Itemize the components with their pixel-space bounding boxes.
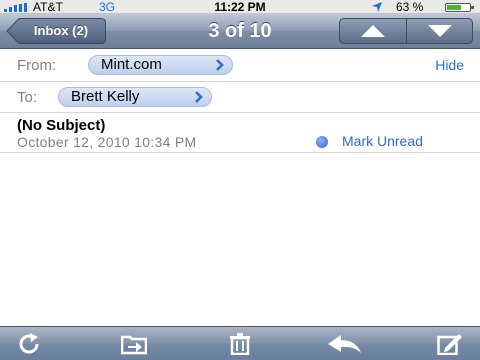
nav-bar: Inbox (2) 3 of 10 [0,14,480,49]
next-message-button[interactable] [407,19,473,43]
battery-level [447,5,461,10]
trash-icon [230,333,250,355]
sender-pill[interactable]: Mint.com [88,55,233,75]
location-arrow-icon [372,2,382,12]
chevron-right-icon [216,59,224,71]
status-bar: AT&T 3G 11:22 PM 63 % [0,0,480,14]
compose-button[interactable] [433,331,465,357]
delete-button[interactable] [224,331,256,357]
chevron-right-icon [195,91,203,103]
compose-icon [437,334,462,355]
back-to-inbox-button[interactable]: Inbox (2) [6,18,106,44]
mark-unread-link[interactable]: Mark Unread [342,133,423,149]
reply-icon [328,335,361,353]
sender-name: Mint.com [101,56,162,73]
message-position-title: 3 of 10 [208,20,272,42]
hide-details-link[interactable]: Hide [435,57,464,73]
message-navigation-control [339,18,473,44]
refresh-icon [19,333,39,354]
bottom-toolbar [0,326,480,360]
move-to-folder-icon [121,335,147,355]
from-label: From: [17,57,57,74]
battery-icon [445,3,474,12]
recipient-pill[interactable]: Brett Kelly [58,87,212,107]
to-label: To: [17,89,38,106]
move-to-folder-button[interactable] [117,331,149,357]
message-subject: (No Subject) [17,117,106,134]
unread-dot-icon[interactable] [316,136,328,148]
arrow-down-icon [428,25,452,37]
recipient-name: Brett Kelly [71,88,140,105]
back-button-label: Inbox (2) [33,23,89,38]
from-row: From: Mint.com Hide [0,50,480,82]
reply-button[interactable] [324,331,364,357]
refresh-button[interactable] [14,331,46,357]
previous-message-button[interactable] [340,19,406,43]
arrow-up-icon [361,25,385,37]
battery-tip [471,6,474,9]
message-date: October 12, 2010 10:34 PM [17,134,197,150]
battery-percent: 63 % [396,0,424,14]
to-row: To: Brett Kelly [0,82,480,113]
